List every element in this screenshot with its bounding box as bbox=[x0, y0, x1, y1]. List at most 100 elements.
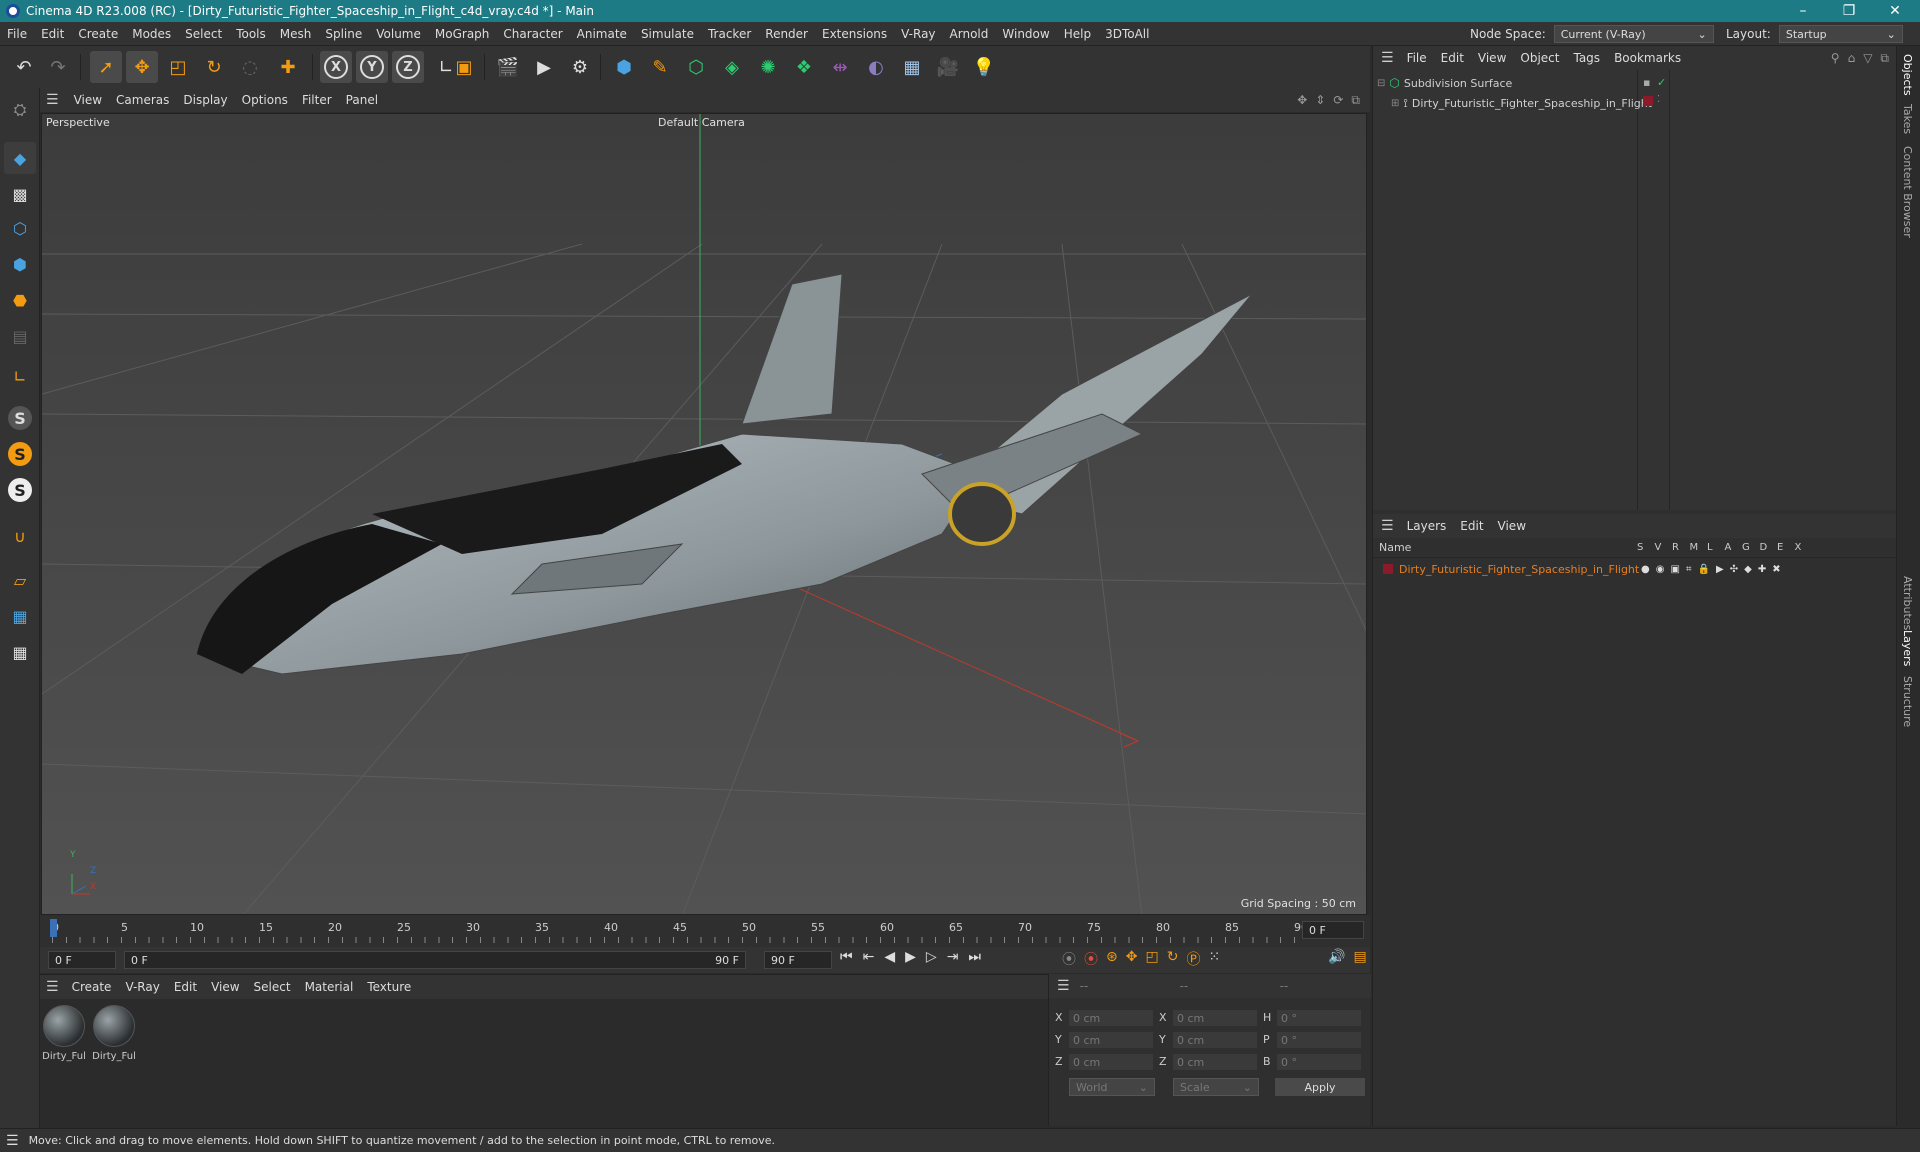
node-space-dropdown[interactable]: Current (V-Ray) ⌄ bbox=[1553, 25, 1714, 43]
pan-icon[interactable]: ✥ bbox=[1297, 93, 1307, 108]
dolly-icon[interactable]: ⇕ bbox=[1315, 93, 1325, 108]
coord-value-field[interactable]: 0 cm bbox=[1173, 1010, 1257, 1026]
subdivision-button[interactable]: ⬡ bbox=[680, 51, 712, 83]
scale-tool-button[interactable]: ◰ bbox=[162, 51, 194, 83]
layer-flag-header[interactable]: E bbox=[1777, 542, 1795, 553]
goto-end-icon[interactable]: ⏭ bbox=[968, 949, 981, 965]
playhead[interactable] bbox=[50, 919, 57, 937]
snap-settings-button[interactable]: S bbox=[4, 438, 36, 470]
current-frame-field[interactable]: 0 F bbox=[1302, 921, 1364, 939]
object-mode-button[interactable]: ▣ bbox=[448, 51, 480, 83]
manager-icon[interactable]: ⌗ bbox=[1686, 564, 1692, 575]
coord-value-field[interactable]: 0 cm bbox=[1069, 1054, 1153, 1070]
render-region-button[interactable]: 🎬 bbox=[492, 51, 524, 83]
objects-menu-object[interactable]: Object bbox=[1513, 51, 1566, 65]
menu-window[interactable]: Window bbox=[995, 27, 1056, 41]
menu-edit[interactable]: Edit bbox=[34, 27, 71, 41]
filter-icon[interactable]: ▽ bbox=[1863, 51, 1872, 66]
material-menu-v-ray[interactable]: V-Ray bbox=[118, 980, 166, 994]
menu-modes[interactable]: Modes bbox=[125, 27, 178, 41]
object-tree[interactable]: ⊟ ⬡ Subdivision Surface ⊞ ⟟ Dirty_Futuri… bbox=[1373, 70, 1897, 510]
edges-mode-button[interactable]: ⬢ bbox=[4, 248, 36, 280]
quantize-button[interactable]: ▦ bbox=[4, 636, 36, 668]
workplane-button[interactable]: ▱ bbox=[4, 564, 36, 596]
deformer-button[interactable]: ◐ bbox=[860, 51, 892, 83]
minimize-button[interactable]: – bbox=[1780, 0, 1826, 22]
timeline-ruler[interactable]: 051015202530354045505560657075808590 bbox=[52, 921, 1324, 943]
layer-color-swatch[interactable] bbox=[1383, 564, 1393, 574]
frame-range-slider[interactable]: 0 F 90 F bbox=[124, 951, 746, 969]
render-icon[interactable]: ▣ bbox=[1670, 564, 1679, 575]
start-frame-field[interactable]: 0 F bbox=[48, 951, 116, 969]
add-tool-button[interactable]: ✚ bbox=[272, 51, 304, 83]
side-tab-takes[interactable]: Takes bbox=[1901, 104, 1914, 134]
grid-button[interactable]: ▦ bbox=[4, 600, 36, 632]
magnet-button[interactable]: ∪ bbox=[4, 520, 36, 552]
menu-create[interactable]: Create bbox=[71, 27, 125, 41]
undo-button[interactable]: ↶ bbox=[8, 51, 40, 83]
render-settings-button[interactable]: ⚙ bbox=[564, 51, 596, 83]
menu-mesh[interactable]: Mesh bbox=[273, 27, 319, 41]
viewport-menu-options[interactable]: Options bbox=[235, 93, 295, 107]
layer-flag-header[interactable]: X bbox=[1795, 542, 1813, 553]
coord-value-field[interactable]: 0 ° bbox=[1277, 1054, 1361, 1070]
material-item[interactable]: Dirty_Ful bbox=[92, 1005, 136, 1062]
layer-flag-header[interactable]: L bbox=[1707, 542, 1725, 553]
layer-flag-header[interactable]: D bbox=[1760, 542, 1778, 553]
orbit-icon[interactable]: ⟳ bbox=[1333, 93, 1343, 108]
tree-row-spaceship[interactable]: ⊞ ⟟ Dirty_Futuristic_Fighter_Spaceship_i… bbox=[1391, 94, 1652, 112]
x-axis-button[interactable]: X bbox=[320, 51, 352, 83]
y-axis-button[interactable]: Y bbox=[356, 51, 388, 83]
coord-value-field[interactable]: 0 cm bbox=[1173, 1032, 1257, 1048]
axis-mode-button[interactable]: ∟ bbox=[4, 360, 36, 392]
collapse-icon[interactable]: ⊟ bbox=[1377, 78, 1385, 89]
next-key-icon[interactable]: ⇥ bbox=[947, 949, 959, 965]
home-icon[interactable]: ⌂ bbox=[1848, 51, 1856, 66]
key-move-icon[interactable]: ✥ bbox=[1126, 949, 1138, 969]
rotate-tool-button[interactable]: ↻ bbox=[198, 51, 230, 83]
menu-volume[interactable]: Volume bbox=[369, 27, 428, 41]
menu-extensions[interactable]: Extensions bbox=[815, 27, 894, 41]
hamburger-icon[interactable]: ☰ bbox=[46, 92, 59, 108]
deformer-icon[interactable]: ◆ bbox=[1744, 564, 1752, 575]
layer-name[interactable]: Dirty_Futuristic_Fighter_Spaceship_in_Fl… bbox=[1399, 563, 1641, 576]
expression-icon[interactable]: ✚ bbox=[1758, 564, 1766, 575]
menu-select[interactable]: Select bbox=[178, 27, 229, 41]
coord-value-field[interactable]: 0 cm bbox=[1069, 1032, 1153, 1048]
menu-v-ray[interactable]: V-Ray bbox=[894, 27, 942, 41]
menu-file[interactable]: File bbox=[0, 27, 34, 41]
cloner-button[interactable]: ✺ bbox=[752, 51, 784, 83]
layers-menu-edit[interactable]: Edit bbox=[1453, 519, 1490, 533]
sound-icon[interactable]: 🔊 bbox=[1328, 949, 1345, 965]
layout-dropdown[interactable]: Startup ⌄ bbox=[1778, 25, 1903, 43]
viewport-menu-view[interactable]: View bbox=[67, 93, 109, 107]
tree-row-subdivision[interactable]: ⊟ ⬡ Subdivision Surface bbox=[1377, 74, 1512, 92]
menu-character[interactable]: Character bbox=[496, 27, 569, 41]
menu-mograph[interactable]: MoGraph bbox=[428, 27, 497, 41]
menu-help[interactable]: Help bbox=[1057, 27, 1098, 41]
viewport-perspective[interactable]: Perspective Default Camera Grid Spacing … bbox=[41, 113, 1367, 915]
autokey-icon[interactable]: ⦿ bbox=[1084, 949, 1098, 969]
layer-flag-header[interactable]: M bbox=[1690, 542, 1708, 553]
menu-animate[interactable]: Animate bbox=[570, 27, 634, 41]
prev-frame-icon[interactable]: ◀ bbox=[884, 949, 895, 965]
restore-button[interactable]: ❐ bbox=[1826, 0, 1872, 22]
layers-menu-view[interactable]: View bbox=[1491, 519, 1533, 533]
material-menu-view[interactable]: View bbox=[204, 980, 246, 994]
maximize-view-icon[interactable]: ⧉ bbox=[1351, 93, 1360, 108]
solo-icon[interactable]: ● bbox=[1641, 564, 1650, 575]
material-menu-material[interactable]: Material bbox=[298, 980, 361, 994]
timeline-window-icon[interactable]: ▤ bbox=[1353, 949, 1366, 965]
array-button[interactable]: ❖ bbox=[788, 51, 820, 83]
next-frame-icon[interactable]: ▷ bbox=[926, 949, 937, 965]
z-axis-button[interactable]: Z bbox=[392, 51, 424, 83]
objects-menu-tags[interactable]: Tags bbox=[1566, 51, 1607, 65]
objects-menu-edit[interactable]: Edit bbox=[1434, 51, 1471, 65]
hamburger-icon[interactable]: ☰ bbox=[6, 1133, 19, 1149]
layer-flag-header[interactable]: A bbox=[1725, 542, 1743, 553]
hamburger-icon[interactable]: ☰ bbox=[1381, 50, 1394, 66]
material-menu-create[interactable]: Create bbox=[65, 980, 119, 994]
objects-menu-view[interactable]: View bbox=[1471, 51, 1513, 65]
hamburger-icon[interactable]: ☰ bbox=[1381, 518, 1394, 534]
search-icon[interactable]: ⚲ bbox=[1831, 51, 1840, 66]
